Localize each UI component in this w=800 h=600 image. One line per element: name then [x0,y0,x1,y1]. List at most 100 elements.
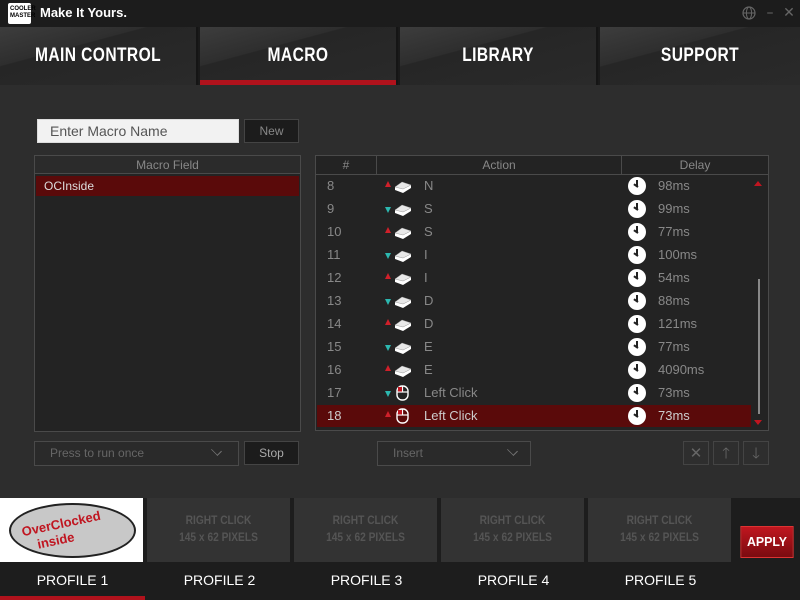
stop-button[interactable]: Stop [244,441,299,465]
placeholder-text: RIGHT CLICK [332,513,399,527]
clock-icon [628,292,646,310]
tab-support[interactable]: SUPPORT [600,27,800,85]
arrow-up-icon[interactable]: 🡑 [713,441,739,465]
profile-label: PROFILE 4 [477,572,550,588]
title-bar: COOLER MASTER Make It Yours. – ✕ [0,0,800,27]
profile-image-placeholder[interactable]: RIGHT CLICK 145 x 62 PIXELS [294,498,439,562]
key-down-icon [385,345,391,351]
profile-4[interactable]: RIGHT CLICK 145 x 62 PIXELS PROFILE 4 [441,498,586,600]
logo-text-line2: MASTER [10,13,36,19]
action-number: 17 [327,385,342,400]
keyboard-key-icon [393,201,413,217]
placeholder-text: RIGHT CLICK [185,513,252,527]
tab-macro[interactable]: MACRO [200,27,398,85]
keyboard-key-icon [393,178,413,194]
action-number: 14 [327,316,342,331]
action-row[interactable]: 14 D 121ms [317,313,751,335]
insert-dropdown[interactable]: Insert [377,441,531,466]
action-delay[interactable]: 4090ms [658,359,704,381]
profile-label: PROFILE 2 [183,572,256,588]
placeholder-text: 145 x 62 PIXELS [326,530,405,544]
action-number: 11 [327,247,341,262]
run-mode-dropdown[interactable]: Press to run once [34,441,239,466]
scroll-up-arrow[interactable] [754,181,762,186]
action-delay[interactable]: 121ms [658,313,697,335]
globe-icon[interactable] [741,5,757,21]
clock-icon [628,361,646,379]
action-delay[interactable]: 98ms [658,175,690,197]
keyboard-key-icon [393,293,413,309]
mouse-icon [393,385,413,401]
delete-icon[interactable]: ✕ [683,441,709,465]
action-delay[interactable]: 88ms [658,290,690,312]
action-row[interactable]: 12 I 54ms [317,267,751,289]
action-key: Left Click [424,385,478,400]
action-key: S [424,224,433,239]
clock-icon [628,315,646,333]
active-profile-indicator [0,596,145,600]
keyboard-key-icon [393,339,413,355]
clock-icon [628,269,646,287]
profile-image-placeholder[interactable]: RIGHT CLICK 145 x 62 PIXELS [441,498,586,562]
action-delay[interactable]: 73ms [658,405,690,427]
action-key: E [424,339,433,354]
keyboard-key-icon [393,362,413,378]
clock-icon [628,407,646,425]
chevron-down-icon [211,445,222,456]
tab-label: MACRO [267,45,329,66]
key-down-icon [385,299,391,305]
close-icon[interactable]: ✕ [781,5,797,21]
action-delay[interactable]: 77ms [658,336,690,358]
action-number: 18 [327,408,342,423]
action-delay[interactable]: 77ms [658,221,690,243]
action-number: 10 [327,224,342,239]
tab-label: MAIN CONTROL [34,45,162,66]
action-row[interactable]: 17 Left Click 73ms [317,382,751,404]
keyboard-key-icon [393,247,413,263]
action-row[interactable]: 11 I 100ms [317,244,751,266]
clock-icon [628,223,646,241]
cooler-master-logo: COOLER MASTER [8,3,36,24]
profile-5[interactable]: RIGHT CLICK 145 x 62 PIXELS PROFILE 5 [588,498,733,600]
clock-icon [628,384,646,402]
macro-list-item[interactable]: OCInside [36,176,299,196]
placeholder-text: 145 x 62 PIXELS [620,530,699,544]
action-row[interactable]: 15 E 77ms [317,336,751,358]
key-up-icon [385,411,391,417]
profile-image[interactable]: OverClocked inside [0,498,145,562]
tab-main-control[interactable]: MAIN CONTROL [0,27,198,85]
arrow-down-icon[interactable]: 🡓 [743,441,769,465]
profile-image-placeholder[interactable]: RIGHT CLICK 145 x 62 PIXELS [147,498,292,562]
scrollbar-thumb[interactable] [758,279,760,414]
clock-icon [628,200,646,218]
action-row[interactable]: 9 S 99ms [317,198,751,220]
macro-field-header: Macro Field [35,156,300,174]
action-row[interactable]: 16 E 4090ms [317,359,751,381]
profile-3[interactable]: RIGHT CLICK 145 x 62 PIXELS PROFILE 3 [294,498,439,600]
apply-button[interactable]: APPLY [740,526,794,558]
placeholder-text: RIGHT CLICK [479,513,546,527]
macro-name-input[interactable]: Enter Macro Name [37,119,239,143]
minimize-icon[interactable]: – [762,5,778,21]
profile-image-placeholder[interactable]: RIGHT CLICK 145 x 62 PIXELS [588,498,733,562]
key-up-icon [385,227,391,233]
action-delay[interactable]: 99ms [658,198,690,220]
scroll-down-arrow[interactable] [754,420,762,425]
action-delay[interactable]: 54ms [658,267,690,289]
clock-icon [628,177,646,195]
keyboard-key-icon [393,270,413,286]
tab-library[interactable]: LIBRARY [400,27,598,85]
action-delay[interactable]: 100ms [658,244,697,266]
action-row[interactable]: 8 N 98ms [317,175,751,197]
profile-1[interactable]: OverClocked inside PROFILE 1 [0,498,145,600]
brand-slogan: Make It Yours. [40,5,127,20]
key-up-icon [385,181,391,187]
profile-2[interactable]: RIGHT CLICK 145 x 62 PIXELS PROFILE 2 [147,498,292,600]
action-row[interactable]: 10 S 77ms [317,221,751,243]
new-macro-button[interactable]: New [244,119,299,143]
action-delay[interactable]: 73ms [658,382,690,404]
column-header-delay: Delay [679,158,711,172]
profile-label: PROFILE 5 [624,572,697,588]
action-row[interactable]: 18 Left Click 73ms [317,405,751,427]
action-row[interactable]: 13 D 88ms [317,290,751,312]
